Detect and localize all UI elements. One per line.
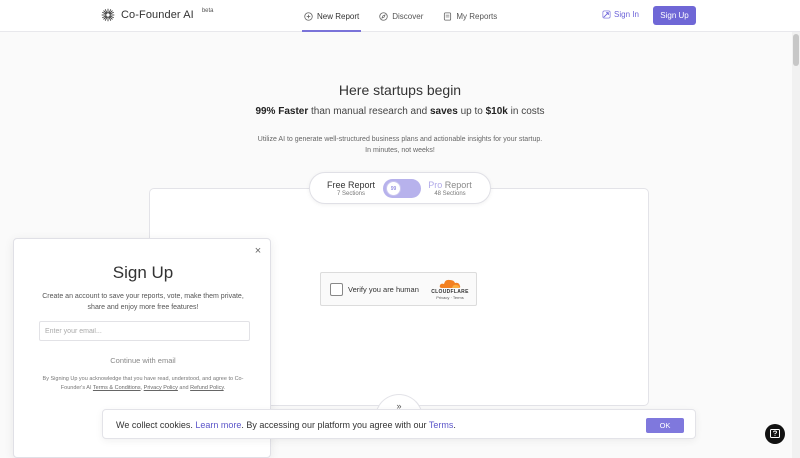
legal-and: and <box>177 385 191 391</box>
cookie-banner: We collect cookies. Learn more. By acces… <box>102 409 696 439</box>
nav-new-report-label: New Report <box>317 11 360 21</box>
refund-link[interactable]: Refund Policy <box>190 385 224 391</box>
captcha-links[interactable]: Privacy · Terms <box>428 295 472 300</box>
free-report-count: 7 Sections <box>336 191 366 197</box>
main-nav: New Report Discover My Reports <box>302 0 499 32</box>
modal-description: Create an account to save your reports, … <box>42 293 244 311</box>
terms-link-cookie[interactable]: Terms <box>429 420 454 430</box>
help-button[interactable] <box>765 424 785 444</box>
close-icon[interactable]: × <box>252 245 264 257</box>
report-type-toggle: Free Report 7 Sections 99 Pro Report 48 … <box>309 172 491 204</box>
logo-text: Co-Founder AI <box>121 9 194 21</box>
logo[interactable]: Co-Founder AI beta <box>101 8 214 22</box>
top-header: Co-Founder AI beta New Report Discover M… <box>0 0 800 32</box>
hero-desc-line-1: Utilize AI to generate well-structured b… <box>257 136 543 143</box>
compass-icon <box>379 11 388 21</box>
pro-report-prefix: Pro <box>428 180 443 190</box>
help-chat-icon <box>770 429 780 438</box>
report-switch[interactable]: 99 <box>383 179 421 198</box>
nav-discover-label: Discover <box>392 11 424 21</box>
sign-in-icon <box>602 10 611 19</box>
cookie-ok-button[interactable]: OK <box>646 418 684 433</box>
hero-sub-strong-2: saves <box>430 106 458 117</box>
hero-subtitle: 99% Faster than manual research and save… <box>0 106 800 117</box>
legal-end: . <box>223 385 226 391</box>
nav-discover[interactable]: Discover <box>377 0 425 32</box>
sign-in-link[interactable]: Sign In <box>602 10 639 19</box>
hero-sub-text-2: up to <box>457 106 486 117</box>
scrollbar-thumb[interactable] <box>793 34 799 66</box>
captcha-label: Verify you are human <box>348 285 419 294</box>
pro-report-name: Pro Report <box>422 180 478 190</box>
terms-link[interactable]: Terms & Conditions <box>93 385 141 391</box>
cookie-text-2: . By accessing our platform you agree wi… <box>241 420 429 430</box>
nav-my-reports[interactable]: My Reports <box>441 0 499 32</box>
switch-knob[interactable]: 99 <box>386 181 401 196</box>
legal-text: By Signing Up you acknowledge that you h… <box>36 375 250 393</box>
nav-new-report[interactable]: New Report <box>302 0 362 32</box>
cloud-icon <box>439 279 461 288</box>
pro-report-suffix: Report <box>442 180 472 190</box>
cloudflare-captcha: Verify you are human CLOUDFLARE Privacy … <box>320 272 477 306</box>
privacy-link[interactable]: Privacy Policy <box>144 385 178 391</box>
continue-with-email-button[interactable]: Continue with email <box>14 356 272 365</box>
free-report-option[interactable]: Free Report 7 Sections <box>322 180 380 198</box>
hero-desc-line-2: In minutes, not weeks! <box>365 147 435 154</box>
cookie-text: We collect cookies. Learn more. By acces… <box>116 420 456 430</box>
document-icon <box>444 11 452 21</box>
learn-more-link[interactable]: Learn more <box>195 420 241 430</box>
hero-title: Here startups begin <box>338 82 462 98</box>
captcha-checkbox[interactable] <box>330 283 343 296</box>
hero-sub-text-3: in costs <box>507 106 545 117</box>
cookie-text-3: . <box>453 420 456 430</box>
pro-report-option[interactable]: Pro Report 48 Sections <box>422 180 478 198</box>
hero-sub-strong-1: 99% Faster <box>255 106 309 117</box>
sign-up-button[interactable]: Sign Up <box>653 6 696 25</box>
modal-title: Sign Up <box>112 263 174 282</box>
beta-badge: beta <box>201 8 214 14</box>
sign-in-label: Sign In <box>614 10 639 19</box>
hero-sub-text-1: than manual research and <box>308 106 430 117</box>
free-report-name: Free Report <box>326 180 376 190</box>
nav-my-reports-label: My Reports <box>456 11 498 21</box>
plus-circle-icon <box>304 11 313 21</box>
pro-report-count: 48 Sections <box>434 191 466 197</box>
cookie-text-1: We collect cookies. <box>116 420 196 430</box>
cloudflare-brand: CLOUDFLARE Privacy · Terms <box>428 278 472 300</box>
hero-description: Utilize AI to generate well-structured b… <box>0 134 800 156</box>
hero-sub-strong-3: $10k <box>485 106 508 117</box>
logo-sunburst-icon <box>101 8 115 22</box>
email-field[interactable] <box>39 321 250 341</box>
